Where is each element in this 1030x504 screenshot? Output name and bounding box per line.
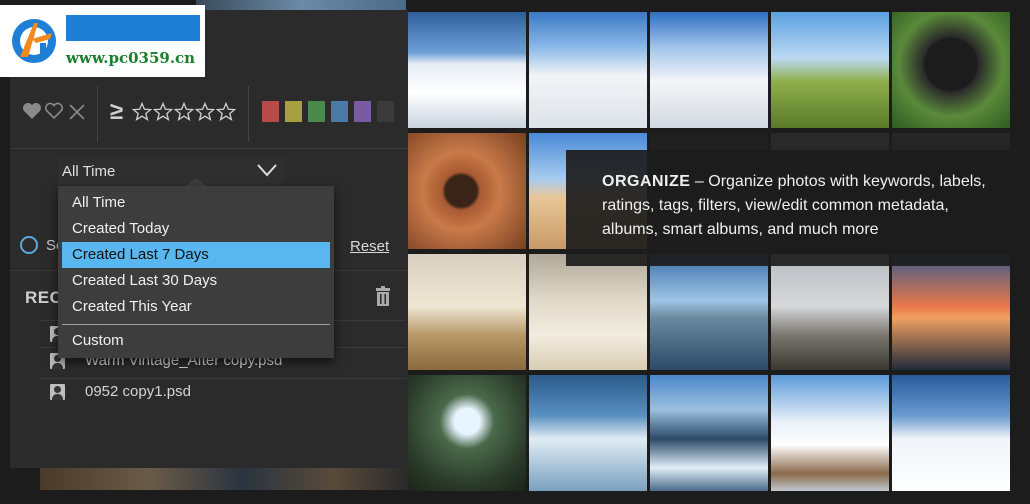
feature-callout: ORGANIZE – Organize photos with keywords… <box>566 150 1010 266</box>
time-filter-menu: All Time Created Today Created Last 7 Da… <box>58 186 334 358</box>
star-icon[interactable] <box>216 102 236 122</box>
time-filter-select[interactable]: All Time <box>58 157 284 185</box>
photo-thumbnail[interactable] <box>892 254 1010 370</box>
x-icon[interactable] <box>68 104 86 120</box>
menu-item-created-today[interactable]: Created Today <box>62 216 330 242</box>
color-label-swatch[interactable] <box>377 101 394 122</box>
menu-item-created-this-year[interactable]: Created This Year <box>62 294 330 320</box>
file-name: 0952 copy1.psd <box>85 383 191 400</box>
trash-icon[interactable] <box>374 286 392 306</box>
heart-outline-icon[interactable] <box>44 102 64 120</box>
logo-icon <box>12 19 56 63</box>
divider <box>97 86 98 142</box>
star-icon[interactable] <box>195 102 215 122</box>
callout-title: ORGANIZE <box>602 173 691 190</box>
menu-item-all-time[interactable]: All Time <box>62 190 330 216</box>
photo-thumbnail[interactable] <box>650 254 768 370</box>
chevron-down-icon <box>257 164 277 177</box>
star-icon[interactable] <box>132 102 152 122</box>
color-label-swatch[interactable] <box>331 101 348 122</box>
photo-thumbnail[interactable] <box>650 375 768 491</box>
photo-thumbnail[interactable] <box>771 254 889 370</box>
reset-button[interactable]: Reset <box>350 238 389 255</box>
photo-thumbnail[interactable] <box>529 12 647 128</box>
color-label-swatch[interactable] <box>285 101 302 122</box>
thumbnail-strip-bottom <box>40 468 408 490</box>
photo-thumbnail[interactable] <box>771 375 889 491</box>
logo-url-text: www.pc0359.cn <box>66 49 196 67</box>
menu-divider <box>62 324 330 325</box>
menu-item-created-last-30-days[interactable]: Created Last 30 Days <box>62 268 330 294</box>
photo-thumbnail[interactable] <box>529 254 647 370</box>
photo-thumbnail[interactable] <box>771 12 889 128</box>
photo-thumbnail[interactable] <box>408 133 526 249</box>
photo-thumbnail[interactable] <box>892 375 1010 491</box>
photo-thumbnail[interactable] <box>529 375 647 491</box>
thumbnail-strip-top <box>196 0 406 10</box>
image-file-icon <box>50 384 65 400</box>
divider <box>10 148 408 149</box>
heart-icon[interactable] <box>22 102 42 120</box>
photo-thumbnail[interactable] <box>892 12 1010 128</box>
divider <box>248 86 249 142</box>
photo-thumbnail[interactable] <box>408 254 526 370</box>
photo-thumbnail[interactable] <box>408 12 526 128</box>
photo-thumbnail[interactable] <box>650 12 768 128</box>
color-label-swatch[interactable] <box>354 101 371 122</box>
watermark-logo: www.pc0359.cn <box>0 5 205 77</box>
star-icon[interactable] <box>174 102 194 122</box>
logo-banner <box>66 15 200 41</box>
time-filter-value: All Time <box>62 163 116 180</box>
menu-item-custom[interactable]: Custom <box>62 328 330 354</box>
color-label-swatch[interactable] <box>308 101 325 122</box>
color-label-swatch[interactable] <box>262 101 279 122</box>
menu-item-created-last-7-days[interactable]: Created Last 7 Days <box>62 242 330 268</box>
star-icon[interactable] <box>153 102 173 122</box>
photo-thumbnail[interactable] <box>408 375 526 491</box>
callout-text: ORGANIZE – Organize photos with keywords… <box>602 170 1002 242</box>
rating-operator[interactable]: ≥ <box>110 98 123 126</box>
recent-file-row[interactable]: 0952 copy1.psd <box>40 378 406 405</box>
search-scope-radio-icon[interactable] <box>20 236 38 254</box>
